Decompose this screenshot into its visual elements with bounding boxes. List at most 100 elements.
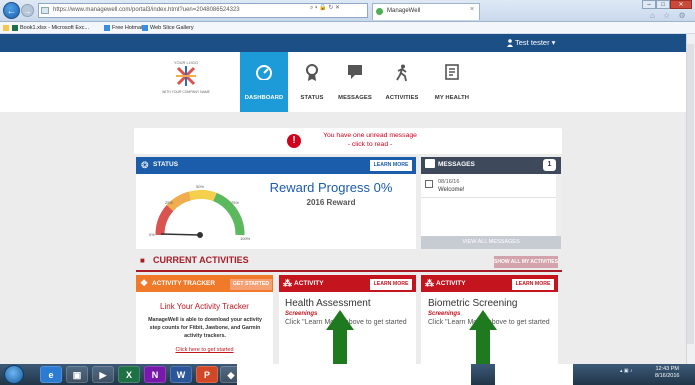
word-taskbar-icon[interactable]: W	[170, 366, 192, 383]
learn-more-button[interactable]: LEARN MORE	[512, 279, 554, 290]
reward-subtitle: 2016 Reward	[306, 198, 356, 207]
reward-gauge: 0% 25% 50% 75% 100%	[149, 184, 251, 241]
show-all-activities-button[interactable]: SHOW ALL MY ACTIVITIES	[494, 256, 558, 268]
tab-favicon-icon	[376, 8, 383, 15]
medal-icon	[288, 64, 336, 86]
messages-count-badge: 1	[543, 159, 556, 171]
tracker-description: ManageWell is able to download your acti…	[148, 317, 262, 339]
gauge-label: 100%	[240, 236, 251, 241]
nav-status[interactable]: STATUS	[288, 52, 336, 113]
nav-dashboard[interactable]: DASHBOARD	[240, 52, 288, 113]
back-button[interactable]: ←	[3, 2, 20, 19]
medal-icon: ❂	[141, 160, 149, 170]
runner-icon: ⁂	[283, 278, 292, 288]
site-icon	[41, 7, 49, 14]
excel-icon	[12, 25, 18, 31]
start-button-icon[interactable]	[4, 365, 24, 384]
favorite-link[interactable]: Free Hotmail	[112, 22, 143, 34]
tab-close-icon[interactable]: ×	[470, 6, 474, 13]
taskbar-redaction	[495, 364, 573, 385]
page-scrollbar-thumb[interactable]	[687, 44, 694, 344]
taskbar-redaction	[237, 364, 471, 385]
dashboard-icon	[240, 64, 288, 86]
learn-more-button[interactable]: LEARN MORE	[370, 279, 412, 290]
runner-icon	[378, 64, 426, 86]
messages-scrollbar[interactable]	[556, 174, 561, 236]
media-player-taskbar-icon[interactable]: ▶	[92, 366, 114, 383]
reward-progress-title: Reward Progress 0%	[269, 180, 393, 195]
user-menu[interactable]: Test tester ▾	[515, 38, 555, 47]
get-started-button[interactable]: GET STARTED	[230, 279, 272, 290]
onenote-taskbar-icon[interactable]: N	[144, 366, 166, 383]
clock-date: 8/16/2016	[655, 373, 680, 379]
status-learn-more-button[interactable]: LEARN MORE	[370, 160, 412, 171]
status-title: STATUS	[153, 161, 179, 168]
maximize-button[interactable]: □	[656, 0, 670, 9]
messages-title: MESSAGES	[438, 161, 475, 168]
favorite-link[interactable]: Book1.xlsx - Microsoft Exc...	[20, 22, 89, 34]
nav-label: ACTIVITIES	[385, 95, 419, 101]
alert-line2: - click to read -	[347, 141, 393, 148]
address-tools-icon[interactable]: ⌕ ▾ 🔒 ↻ ✕	[310, 4, 340, 12]
chat-icon	[425, 159, 435, 168]
company-logo: YOUR LOGO WITH YOUR COMPANY NAME	[160, 60, 212, 100]
chat-icon: ■	[140, 256, 145, 265]
view-all-messages-button[interactable]: VIEW ALL MESSAGES	[421, 236, 561, 249]
logo-text-top: YOUR LOGO	[173, 60, 199, 65]
annotation-arrow-shaft	[476, 330, 490, 364]
alert-line1: You have one unread message	[323, 132, 417, 139]
current-activities-title: CURRENT ACTIVITIES	[153, 255, 249, 265]
favorite-link[interactable]: Web Slice Gallery	[150, 22, 194, 34]
activity-card-title: ACTIVITY	[436, 280, 466, 287]
forward-button[interactable]: →	[21, 4, 34, 17]
ie-page-icon	[142, 25, 148, 31]
click-to-start-link[interactable]: Click here to get started	[136, 347, 273, 353]
excel-taskbar-icon[interactable]: X	[118, 366, 140, 383]
message-text[interactable]: Welcome!	[438, 187, 465, 193]
footprints-icon: ❖	[140, 278, 149, 288]
gauge-label: 75%	[231, 200, 239, 205]
system-tray-icons[interactable]: ▴ ▣ ♪	[620, 368, 633, 374]
activity-card-title: ACTIVITY	[294, 280, 324, 287]
chat-icon	[331, 64, 379, 86]
section-divider	[136, 270, 562, 272]
site-top-bar	[0, 34, 686, 52]
nav-activities[interactable]: ACTIVITIES	[378, 52, 426, 113]
nav-label: STATUS	[300, 95, 324, 101]
browser-tab[interactable]: ManageWell	[372, 3, 480, 20]
explorer-taskbar-icon[interactable]: ▣	[66, 366, 88, 383]
gauge-label: 25%	[165, 200, 173, 205]
favorites-bar: Book1.xlsx - Microsoft Exc... Free Hotma…	[0, 22, 695, 34]
activity-title[interactable]: Health Assessment	[285, 298, 371, 309]
logo-text-bottom: WITH YOUR COMPANY NAME	[162, 90, 210, 94]
runner-icon: ⁂	[425, 278, 434, 288]
nav-my-health[interactable]: MY HEALTH	[428, 52, 476, 113]
ie-taskbar-icon[interactable]: e	[40, 366, 62, 383]
gauge-label: 50%	[196, 184, 204, 189]
alert-text[interactable]: You have one unread message - click to r…	[305, 131, 435, 149]
ie-page-icon	[104, 25, 110, 31]
gauge-label: 0%	[149, 232, 155, 237]
taskbar-clock[interactable]: 12:43 PM 8/16/2016	[655, 366, 679, 380]
activity-category: Screenings	[285, 311, 318, 317]
link-tracker-link[interactable]: Link Your Activity Tracker	[136, 302, 273, 311]
user-icon	[507, 39, 513, 47]
activity-category: Screenings	[428, 311, 461, 317]
logo-mark-icon	[176, 66, 196, 86]
message-date: 08/16/16	[438, 179, 460, 185]
calendar-icon	[425, 180, 433, 188]
nav-label: MY HEALTH	[434, 95, 470, 101]
minimize-button[interactable]: –	[642, 0, 656, 9]
close-window-button[interactable]: ✕	[670, 0, 692, 9]
annotation-arrow-shaft	[333, 330, 347, 364]
alert-icon: !	[287, 134, 301, 148]
clipboard-icon	[428, 64, 476, 86]
activity-title[interactable]: Biometric Screening	[428, 298, 517, 309]
activity-tracker-title: ACTIVITY TRACKER	[152, 280, 216, 287]
annotation-arrow-up-icon	[469, 310, 497, 330]
home-favorites-tools-icon[interactable]: ⌂ ☆ ⚙	[650, 11, 689, 20]
nav-label: MESSAGES	[338, 95, 372, 101]
favorites-star-icon[interactable]	[3, 25, 9, 31]
nav-messages[interactable]: MESSAGES	[331, 52, 379, 113]
powerpoint-taskbar-icon[interactable]: P	[196, 366, 218, 383]
